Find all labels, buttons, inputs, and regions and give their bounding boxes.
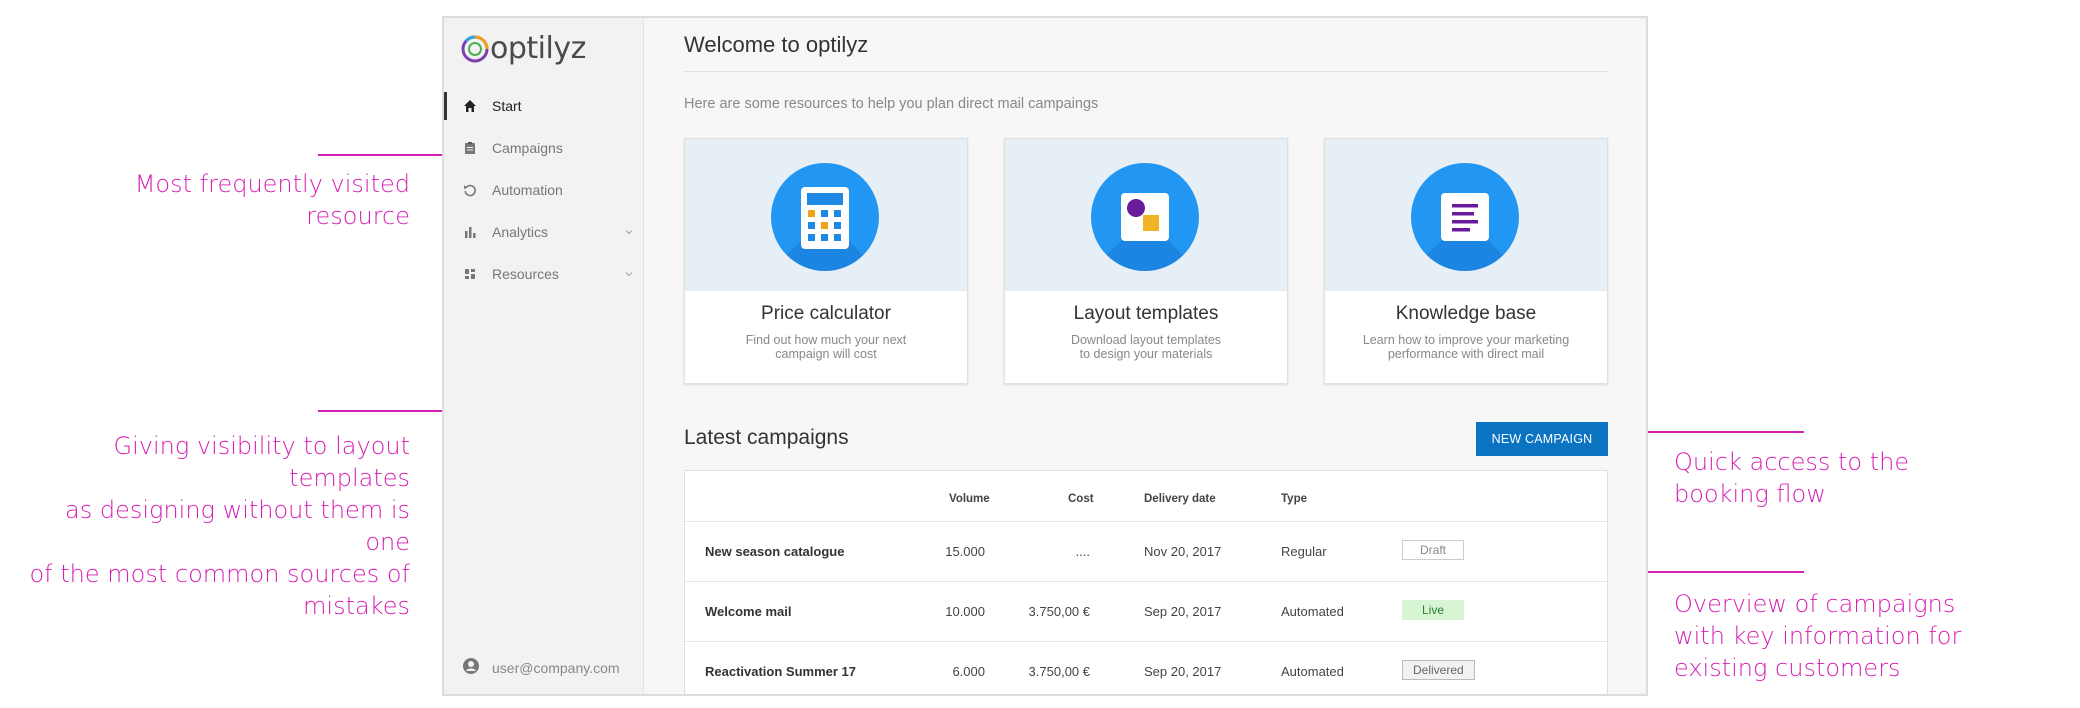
campaign-delivery-date: Nov 20, 2017 <box>1144 544 1222 559</box>
card-illustration <box>1325 139 1607 291</box>
intro-text: Here are some resources to help you plan… <box>684 96 1099 112</box>
status-badge: Live <box>1402 600 1464 620</box>
campaign-cost: .... <box>1075 544 1090 559</box>
table-row[interactable]: New season catalogue 15.000 .... Nov 20,… <box>685 521 1607 581</box>
campaign-cost: 3.750,00 € <box>1028 664 1090 679</box>
campaign-delivery-date: Sep 20, 2017 <box>1144 664 1222 679</box>
card-description: Find out how much your next campaign wil… <box>745 333 907 361</box>
refresh-icon <box>462 182 478 198</box>
card-illustration <box>1005 139 1287 291</box>
sidebar: optilyz Start Campaigns Automation Analy… <box>444 18 644 694</box>
layout-icon <box>1091 163 1199 271</box>
logo-mark-icon <box>461 35 489 63</box>
logo-text: optilyz <box>490 30 586 66</box>
new-campaign-button[interactable]: NEW CAMPAIGN <box>1476 422 1608 456</box>
sidebar-item-label: Automation <box>492 182 563 198</box>
sidebar-item-resources[interactable]: Resources <box>444 254 644 294</box>
campaign-volume: 6.000 <box>952 664 985 679</box>
account-circle-icon <box>462 657 480 678</box>
campaign-name: Reactivation Summer 17 <box>705 664 857 679</box>
annotation-overview: Overview of campaigns with key informati… <box>1674 590 1962 682</box>
campaign-type: Regular <box>1281 544 1327 559</box>
campaign-delivery-date: Sep 20, 2017 <box>1144 604 1222 619</box>
campaign-cost: 3.750,00 € <box>1028 604 1090 619</box>
page-title: Welcome to optilyz <box>684 32 869 57</box>
clipboard-icon <box>462 140 478 156</box>
dashboard-icon <box>462 266 478 282</box>
chevron-down-icon <box>624 224 634 240</box>
main-content: Welcome to optilyz Here are some resourc… <box>644 18 1646 694</box>
logo[interactable]: optilyz <box>460 30 586 66</box>
card-illustration <box>685 139 967 291</box>
calculator-icon <box>771 163 879 271</box>
card-description: Download layout templates to design your… <box>1070 333 1222 361</box>
annotation-booking: Quick access to the booking flow <box>1674 448 1910 508</box>
card-knowledge-base[interactable]: Knowledge base Learn how to improve your… <box>1324 138 1608 384</box>
sidebar-item-start[interactable]: Start <box>444 86 644 126</box>
document-icon <box>1411 163 1519 271</box>
campaign-type: Automated <box>1281 604 1344 619</box>
campaigns-table: Volume Cost Delivery date Type New seaso… <box>684 470 1608 694</box>
chevron-down-icon <box>624 266 634 282</box>
user-account[interactable]: user@company.com <box>462 657 620 678</box>
sidebar-item-analytics[interactable]: Analytics <box>444 212 644 252</box>
card-title: Knowledge base <box>1395 303 1537 324</box>
sidebar-item-label: Campaigns <box>492 140 563 156</box>
bar-chart-icon <box>462 224 478 240</box>
sidebar-item-label: Resources <box>492 266 559 282</box>
card-description: Learn how to improve your marketing perf… <box>1362 333 1570 361</box>
card-price-calculator[interactable]: Price calculator Find out how much your … <box>684 138 968 384</box>
campaign-volume: 15.000 <box>945 544 985 559</box>
annotation-layout: Giving visibility to layout templates as… <box>29 432 410 620</box>
table-row[interactable]: Reactivation Summer 17 6.000 3.750,00 € … <box>685 641 1607 694</box>
sidebar-item-label: Start <box>492 98 522 114</box>
card-layout-templates[interactable]: Layout templates Download layout templat… <box>1004 138 1288 384</box>
sidebar-item-campaigns[interactable]: Campaigns <box>444 128 644 168</box>
status-badge: Draft <box>1402 540 1464 560</box>
table-row[interactable]: Welcome mail 10.000 3.750,00 € Sep 20, 2… <box>685 581 1607 641</box>
divider <box>684 71 1608 72</box>
campaign-name: New season catalogue <box>705 544 845 559</box>
status-badge: Delivered <box>1402 660 1475 680</box>
column-header-volume[interactable]: Volume <box>949 493 990 505</box>
user-email: user@company.com <box>492 659 620 676</box>
home-icon <box>462 98 478 114</box>
annotation-frequent: Most frequently visited resource <box>134 170 410 230</box>
app-window: optilyz Start Campaigns Automation Analy… <box>442 16 1648 696</box>
sidebar-item-automation[interactable]: Automation <box>444 170 644 210</box>
sidebar-item-label: Analytics <box>492 224 549 240</box>
campaign-type: Automated <box>1281 664 1344 679</box>
column-header-type[interactable]: Type <box>1281 493 1307 505</box>
campaign-volume: 10.000 <box>945 604 985 619</box>
column-header-cost[interactable]: Cost <box>1068 493 1094 505</box>
card-title: Price calculator <box>761 303 891 324</box>
campaign-name: Welcome mail <box>705 604 792 619</box>
section-title: Latest campaigns <box>684 426 849 449</box>
column-header-delivery[interactable]: Delivery date <box>1144 493 1216 505</box>
card-title: Layout templates <box>1073 303 1219 324</box>
